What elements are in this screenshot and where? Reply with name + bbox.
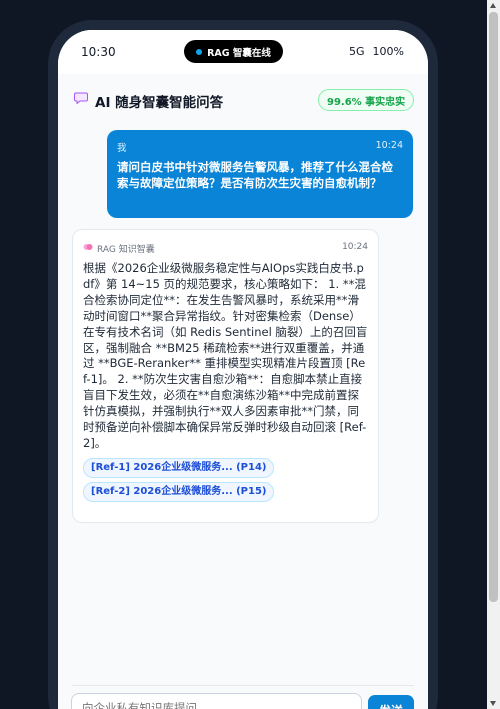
chat-header: AI 随身智囊智能问答 99.6% 事实忠实 [58,74,428,130]
dynamic-island: RAG 智囊在线 [184,40,283,63]
send-button[interactable]: 发送 [368,695,414,709]
user-sender: 我 [117,143,127,154]
phone-screen: 10:30 RAG 智囊在线 5G 100% AI 随身智囊智能问答 99.6%… [58,30,428,709]
phone-frame: 10:30 RAG 智囊在线 5G 100% AI 随身智囊智能问答 99.6%… [48,20,438,709]
battery-indicator: 100% [372,45,404,58]
ai-message: RAG 知识智囊 10:24 根据《2026企业级微服务稳定性与AIOps实践白… [72,229,379,523]
reference-chip-1[interactable]: [Ref-1] 2026企业级微服务... (P14) [83,457,275,478]
brain-icon [83,242,93,255]
reference-chip-2[interactable]: [Ref-2] 2026企业级微服务... (P15) [83,481,275,502]
ai-sender: RAG 知识智囊 [97,245,155,255]
page-title: AI 随身智囊智能问答 [95,95,224,111]
ai-timestamp: 10:24 [342,242,368,252]
reference-list: [Ref-1] 2026企业级微服务... (P14) [Ref-2] 2026… [83,457,368,502]
user-message-text: 请问白皮书中针对微服务告警风暴，推荐了什么混合检索与故障定位策略？是否有防次生灾… [117,160,393,190]
island-label: RAG 智囊在线 [207,47,271,59]
scroll-thumb[interactable] [489,12,498,602]
status-bar: 10:30 RAG 智囊在线 5G 100% [58,30,428,74]
composer-divider [72,685,414,686]
scroll-up-arrow-icon[interactable] [490,3,496,8]
status-time: 10:30 [81,45,116,59]
signal-indicator: 5G [349,45,365,58]
online-dot-icon [196,48,203,55]
system-indicators: 5G 100% [349,45,404,58]
scroll-down-arrow-icon[interactable] [490,701,496,706]
speech-bubble-icon [74,92,88,108]
ai-message-text: 根据《2026企业级微服务稳定性与AIOps实践白皮书.pdf》第 14~15 … [83,261,368,450]
user-timestamp: 10:24 [375,140,403,151]
question-input[interactable] [71,693,362,709]
user-message: 我 10:24 请问白皮书中针对微服务告警风暴，推荐了什么混合检索与故障定位策略… [107,130,413,218]
page-scrollbar[interactable] [487,0,500,709]
faithfulness-badge: 99.6% 事实忠实 [318,89,415,111]
